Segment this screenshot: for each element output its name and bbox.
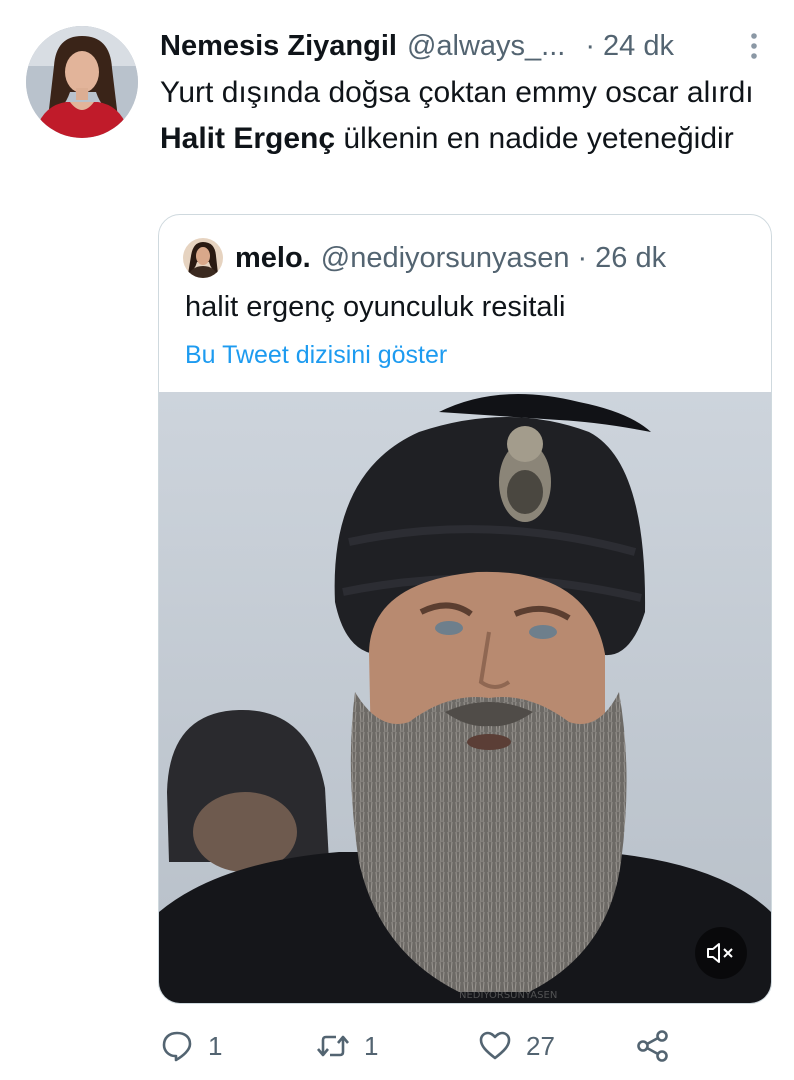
quoted-handle[interactable]: @nediyorsunyasen <box>321 242 570 275</box>
show-thread-link[interactable]: Bu Tweet dizisini göster <box>185 341 447 370</box>
quoted-tweet-video[interactable]: NEDIYORSUNYASEN <box>159 392 771 1003</box>
tweet-text-part2: ülkenin en nadide yeteneğidir <box>335 122 734 155</box>
more-icon[interactable] <box>750 32 758 60</box>
heart-icon <box>479 1031 511 1060</box>
like-count: 27 <box>526 1030 555 1061</box>
author-handle[interactable]: @always_... <box>407 30 565 63</box>
separator-dot: · <box>585 29 595 62</box>
quoted-display-name[interactable]: melo. <box>235 242 311 275</box>
quoted-tweet-card[interactable]: melo. @nediyorsunyasen · 26 dk halit erg… <box>158 214 772 1004</box>
quoted-separator-dot: · <box>577 241 588 274</box>
tweet-timestamp[interactable]: 24 dk <box>603 30 674 63</box>
retweet-button[interactable]: 1 <box>316 1024 378 1068</box>
quoted-tweet-header: melo. @nediyorsunyasen · 26 dk <box>183 237 747 279</box>
reply-button[interactable]: 1 <box>160 1024 222 1068</box>
tweet-text-bold: Halit Ergenç <box>160 122 336 155</box>
reply-icon <box>162 1031 192 1062</box>
quoted-author-avatar <box>183 238 223 278</box>
author-avatar[interactable] <box>26 26 138 138</box>
author-display-name[interactable]: Nemesis Ziyangil <box>160 30 397 63</box>
quoted-tweet-text: halit ergenç oyunculuk resitali <box>185 291 566 323</box>
video-watermark: NEDIYORSUNYASEN <box>459 990 557 1001</box>
tweet-text-part1: Yurt dışında doğsa çoktan emmy oscar alı… <box>160 76 754 109</box>
tweet-text: Yurt dışında doğsa çoktan emmy oscar alı… <box>160 70 770 162</box>
mute-toggle-button[interactable] <box>695 927 747 979</box>
tweet-action-bar: 1 1 27 <box>160 1024 720 1068</box>
volume-muted-icon <box>707 943 733 963</box>
retweet-count: 1 <box>364 1030 379 1061</box>
retweet-icon <box>317 1035 349 1057</box>
reply-count: 1 <box>208 1030 223 1061</box>
tweet-header: Nemesis Ziyangil @always_... · 24 dk <box>160 24 766 68</box>
share-button[interactable] <box>636 1024 670 1068</box>
like-button[interactable]: 27 <box>478 1024 555 1068</box>
share-icon <box>637 1030 668 1062</box>
quoted-timestamp[interactable]: 26 dk <box>595 242 666 275</box>
